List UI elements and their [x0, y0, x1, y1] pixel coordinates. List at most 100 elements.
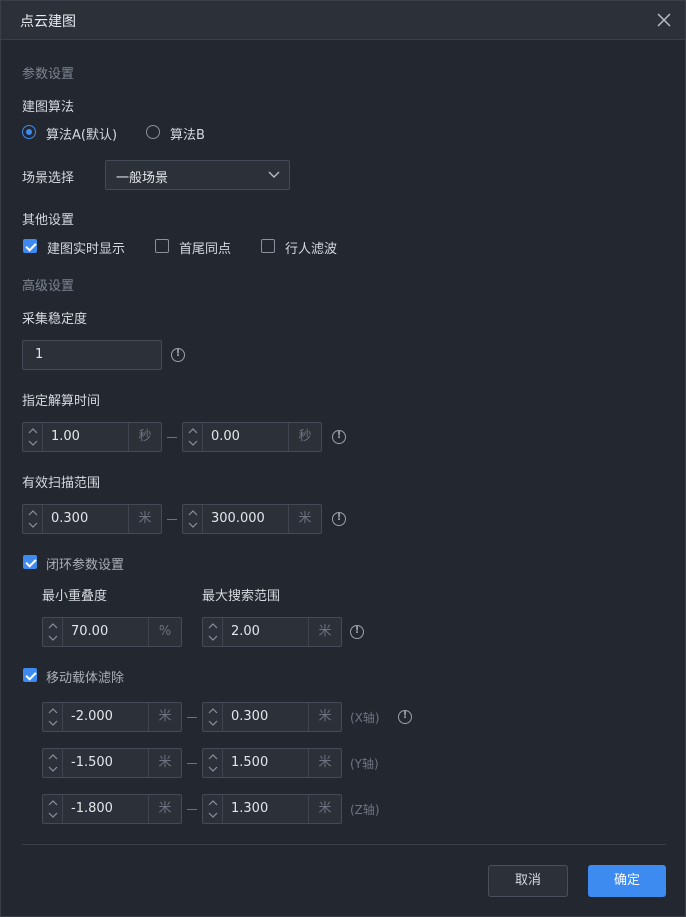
chevron-up-icon[interactable] — [28, 509, 38, 517]
stability-input[interactable]: 1 — [22, 340, 162, 370]
checkbox-realtime-display[interactable]: 建图实时显示 — [23, 238, 133, 257]
stability-value: 1 — [35, 347, 44, 362]
chevron-down-icon[interactable] — [48, 634, 58, 642]
solve-time-from-stepper[interactable]: 1.00 秒 — [22, 422, 162, 452]
scan-range-from-stepper[interactable]: 0.300 米 — [22, 504, 162, 534]
max-search-label: 最大搜索范围 — [202, 589, 281, 604]
scan-range-to-value: 300.000 — [211, 511, 265, 526]
unit-label: 米 — [148, 795, 181, 823]
scan-range-to-stepper[interactable]: 300.000 米 — [182, 504, 322, 534]
chevron-down-icon[interactable] — [48, 811, 58, 819]
solve-time-label: 指定解算时间 — [22, 394, 101, 409]
radio-selected-icon — [22, 125, 36, 139]
x-axis-label: (X轴) — [350, 711, 380, 725]
checkbox-checked-icon — [23, 668, 37, 682]
z-to-value: 1.300 — [231, 801, 269, 816]
unit-label: 秒 — [288, 423, 321, 451]
chevron-up-icon[interactable] — [188, 509, 198, 517]
close-icon[interactable] — [655, 11, 673, 29]
stepper-spin-buttons[interactable] — [183, 423, 203, 451]
range-dash — [187, 809, 197, 810]
chevron-up-icon[interactable] — [48, 707, 58, 715]
stepper-spin-buttons[interactable] — [43, 795, 63, 823]
chevron-up-icon[interactable] — [48, 753, 58, 761]
x-to-stepper[interactable]: 0.300 米 — [202, 702, 342, 732]
z-from-value: -1.800 — [71, 801, 113, 816]
min-overlap-value: 70.00 — [71, 624, 109, 639]
x-to-value: 0.300 — [231, 709, 269, 724]
chevron-down-icon[interactable] — [208, 765, 218, 773]
chevron-up-icon[interactable] — [208, 753, 218, 761]
chevron-down-icon[interactable] — [28, 439, 38, 447]
cancel-button[interactable]: 取消 — [488, 865, 568, 897]
chevron-down-icon[interactable] — [188, 521, 198, 529]
checkbox-start-end-same-point[interactable]: 首尾同点 — [155, 238, 245, 257]
stepper-spin-buttons[interactable] — [43, 749, 63, 777]
chevron-up-icon[interactable] — [208, 799, 218, 807]
y-to-stepper[interactable]: 1.500 米 — [202, 748, 342, 778]
info-icon[interactable] — [171, 348, 185, 362]
chevron-down-icon[interactable] — [208, 811, 218, 819]
stepper-spin-buttons[interactable] — [23, 423, 43, 451]
x-from-stepper[interactable]: -2.000 米 — [42, 702, 182, 732]
chevron-down-icon[interactable] — [188, 439, 198, 447]
other-settings-label: 其他设置 — [22, 213, 75, 228]
dialog-title: 点云建图 — [20, 14, 76, 30]
z-axis-label: (Z轴) — [350, 803, 380, 817]
moving-filter-label: 移动载体滤除 — [46, 671, 125, 686]
chevron-up-icon[interactable] — [48, 799, 58, 807]
chevron-up-icon[interactable] — [28, 427, 38, 435]
checkbox-pedestrian-filter-label: 行人滤波 — [285, 242, 338, 257]
stepper-spin-buttons[interactable] — [23, 505, 43, 533]
info-icon[interactable] — [332, 430, 346, 444]
stepper-spin-buttons[interactable] — [203, 703, 223, 731]
y-to-value: 1.500 — [231, 755, 269, 770]
stepper-spin-buttons[interactable] — [203, 795, 223, 823]
info-icon[interactable] — [398, 710, 412, 724]
checkbox-loop-closure[interactable]: 闭环参数设置 — [23, 554, 143, 573]
dialog-titlebar: 点云建图 — [1, 1, 685, 40]
checkbox-checked-icon — [23, 239, 37, 253]
stepper-spin-buttons[interactable] — [43, 618, 63, 646]
chevron-up-icon[interactable] — [48, 622, 58, 630]
unit-label: % — [148, 618, 181, 646]
chevron-down-icon[interactable] — [208, 719, 218, 727]
scene-select-value: 一般场景 — [116, 171, 169, 186]
unit-label: 米 — [308, 618, 341, 646]
chevron-down-icon[interactable] — [48, 719, 58, 727]
scene-select[interactable]: 一般场景 — [105, 160, 290, 190]
chevron-up-icon[interactable] — [208, 622, 218, 630]
radio-algorithm-a[interactable]: 算法A(默认) — [22, 124, 132, 143]
z-to-stepper[interactable]: 1.300 米 — [202, 794, 342, 824]
stepper-spin-buttons[interactable] — [183, 505, 203, 533]
chevron-down-icon[interactable] — [208, 634, 218, 642]
checkbox-pedestrian-filter[interactable]: 行人滤波 — [261, 238, 351, 257]
unit-label: 米 — [148, 749, 181, 777]
min-overlap-stepper[interactable]: 70.00 % — [42, 617, 182, 647]
solve-time-to-stepper[interactable]: 0.00 秒 — [182, 422, 322, 452]
max-search-stepper[interactable]: 2.00 米 — [202, 617, 342, 647]
scan-range-from-value: 0.300 — [51, 511, 89, 526]
z-from-stepper[interactable]: -1.800 米 — [42, 794, 182, 824]
footer-divider — [22, 844, 666, 845]
chevron-down-icon[interactable] — [28, 521, 38, 529]
info-icon[interactable] — [332, 512, 346, 526]
stepper-spin-buttons[interactable] — [203, 618, 223, 646]
chevron-down-icon — [268, 171, 280, 178]
stepper-spin-buttons[interactable] — [203, 749, 223, 777]
y-from-stepper[interactable]: -1.500 米 — [42, 748, 182, 778]
chevron-down-icon[interactable] — [48, 765, 58, 773]
point-cloud-mapping-dialog: 点云建图 参数设置 建图算法 算法A(默认) 算法B 场景选择 一般场景 其他设… — [0, 0, 686, 917]
checkbox-checked-icon — [23, 555, 37, 569]
info-icon[interactable] — [350, 625, 364, 639]
confirm-button[interactable]: 确定 — [588, 865, 666, 897]
checkbox-start-end-label: 首尾同点 — [179, 242, 232, 257]
radio-algorithm-b[interactable]: 算法B — [146, 124, 216, 143]
x-from-value: -2.000 — [71, 709, 113, 724]
checkbox-moving-filter[interactable]: 移动载体滤除 — [23, 667, 143, 686]
unit-label: 米 — [148, 703, 181, 731]
scan-range-label: 有效扫描范围 — [22, 476, 101, 491]
chevron-up-icon[interactable] — [188, 427, 198, 435]
chevron-up-icon[interactable] — [208, 707, 218, 715]
stepper-spin-buttons[interactable] — [43, 703, 63, 731]
